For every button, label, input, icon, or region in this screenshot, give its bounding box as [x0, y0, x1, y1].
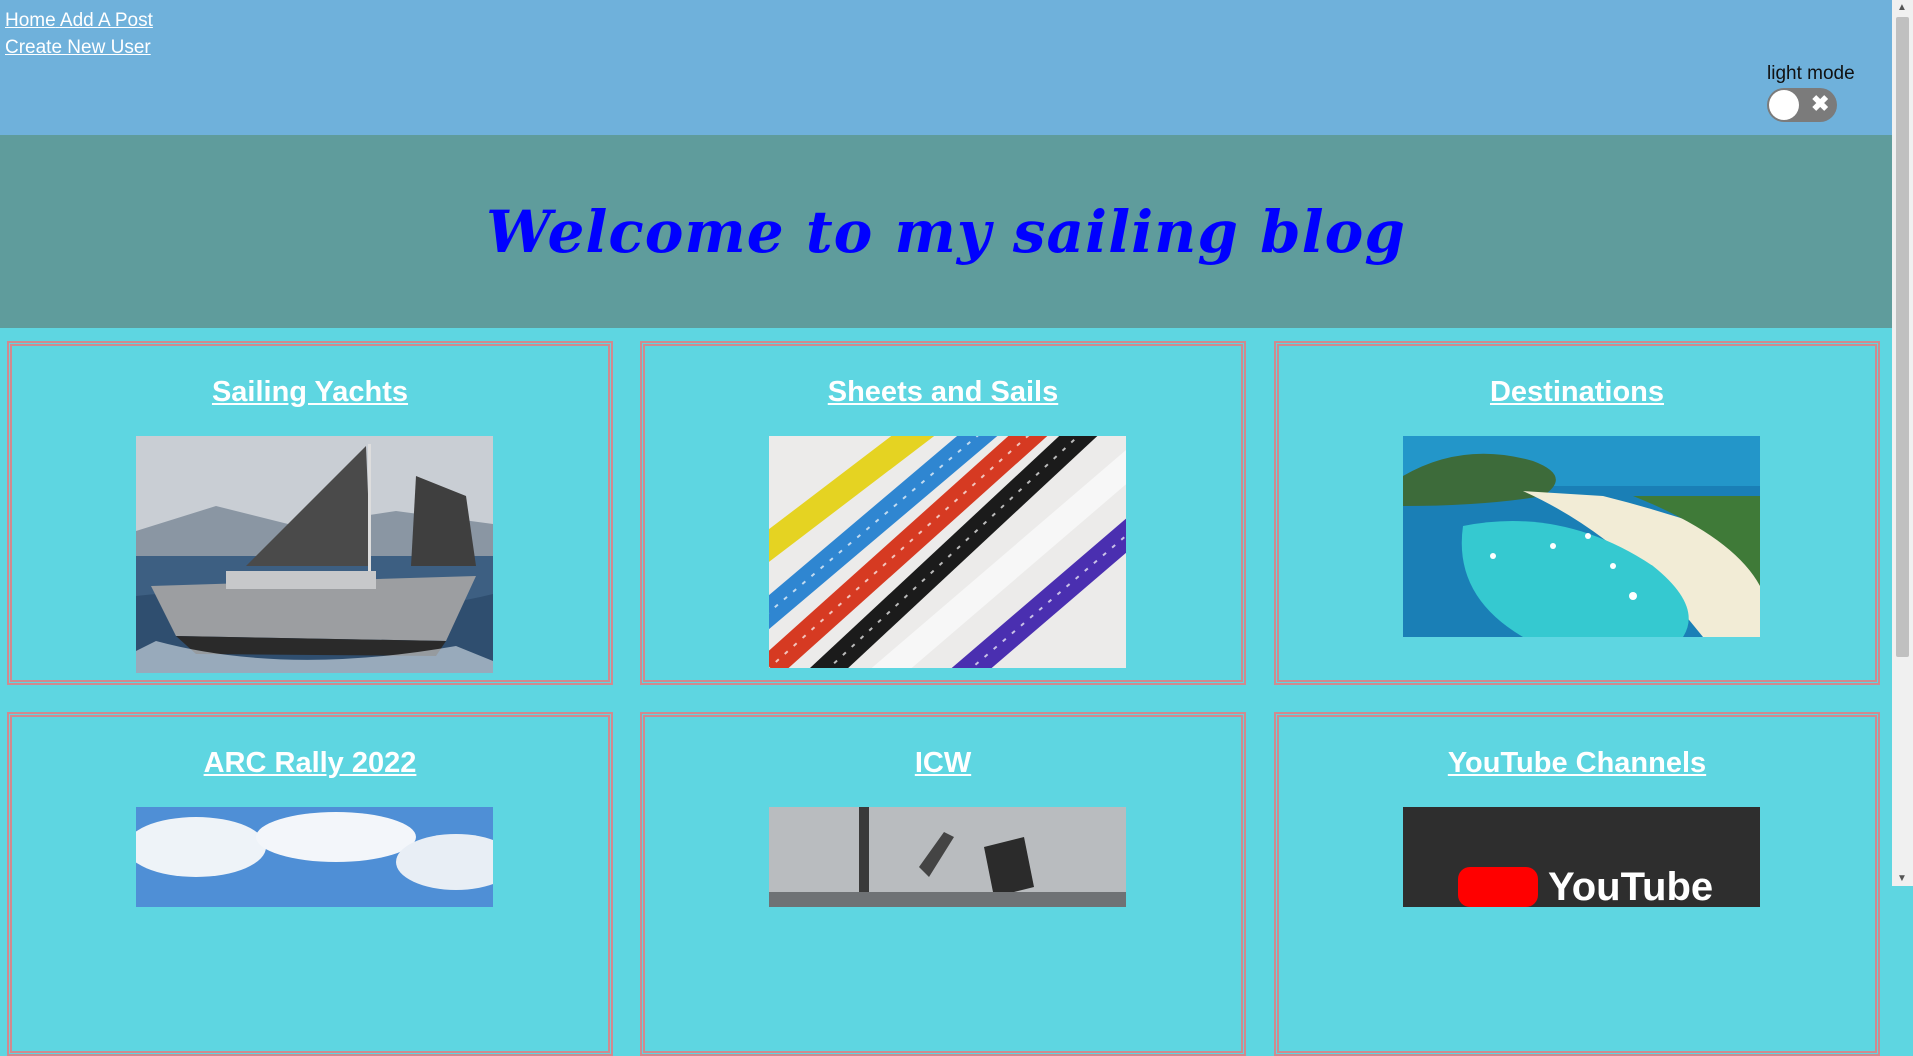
top-navigation-bar: Home Add A Post Create New User light mo… [0, 0, 1892, 135]
create-user-link[interactable]: Create New User [5, 37, 151, 59]
page-title: Welcome to my sailing blog [486, 197, 1406, 266]
card-title-link[interactable]: ICW [645, 747, 1241, 780]
home-link[interactable]: Home [5, 10, 56, 31]
card-title-link[interactable]: Sailing Yachts [12, 376, 608, 409]
close-icon: ✖ [1811, 91, 1830, 116]
hero-banner: Welcome to my sailing blog [0, 135, 1892, 328]
add-post-link[interactable]: Add A Post [60, 10, 153, 31]
card-arc-rally-2022: ARC Rally 2022 [7, 712, 613, 1056]
youtube-logo-image[interactable]: YouTube [1403, 807, 1760, 907]
sailing-ropes-image[interactable] [769, 436, 1126, 668]
card-destinations: Destinations [1274, 341, 1880, 685]
youtube-logo-text: YouTube [1548, 865, 1713, 907]
nav-links: Home Add A Post [5, 10, 153, 32]
card-title-link[interactable]: Destinations [1279, 376, 1875, 409]
card-title-link[interactable]: ARC Rally 2022 [12, 747, 608, 780]
toggle-knob [1769, 90, 1799, 120]
vertical-scrollbar[interactable]: ▲ ▼ [1892, 0, 1913, 886]
youtube-logo-icon: YouTube [1458, 865, 1713, 907]
arc-rally-image[interactable] [136, 807, 493, 907]
card-youtube-channels: YouTube Channels YouTube [1274, 712, 1880, 1056]
card-sheets-and-sails: Sheets and Sails [640, 341, 1246, 685]
theme-toggle[interactable]: ✖ [1767, 88, 1837, 122]
scroll-up-arrow-icon[interactable]: ▲ [1897, 2, 1907, 13]
theme-mode-label: light mode [1767, 63, 1855, 84]
scrollbar-thumb[interactable] [1896, 17, 1909, 657]
card-title-link[interactable]: YouTube Channels [1279, 747, 1875, 780]
scroll-down-arrow-icon[interactable]: ▼ [1897, 873, 1907, 884]
card-icw: ICW [640, 712, 1246, 1056]
icw-bridge-image[interactable] [769, 807, 1126, 907]
card-title-link[interactable]: Sheets and Sails [645, 376, 1241, 409]
sailing-yacht-image[interactable] [136, 436, 493, 673]
tropical-beach-image[interactable] [1403, 436, 1760, 637]
card-sailing-yachts: Sailing Yachts [7, 341, 613, 685]
